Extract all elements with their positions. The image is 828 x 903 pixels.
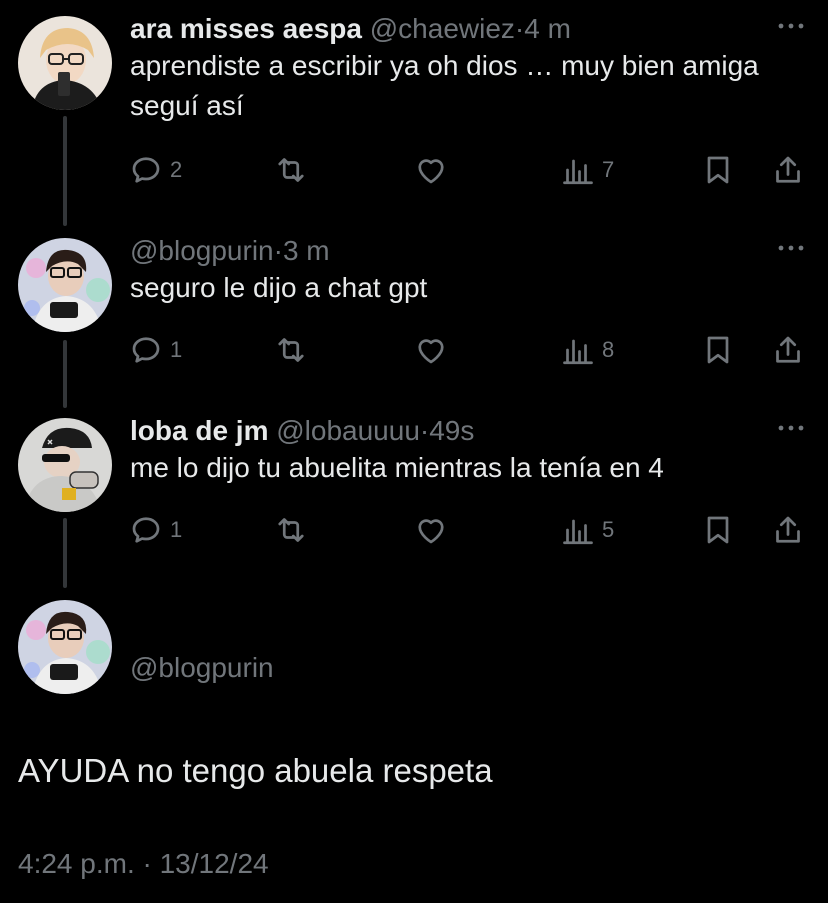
tweet-text: seguro le dijo a chat gpt (130, 272, 428, 303)
tweet-header: @blogpurin·3 m (130, 234, 330, 268)
retweet-button[interactable] (273, 330, 309, 370)
retweet-icon (273, 332, 309, 368)
user-handle[interactable]: @lobauuuu (276, 415, 420, 446)
action-bar: 1 5 (128, 510, 818, 550)
display-name[interactable]: loba de jm (130, 415, 268, 446)
views-icon (560, 152, 596, 188)
action-bar: 1 8 (128, 330, 818, 370)
tweet-reply[interactable]: ara misses aespa @chaewiez·4 m aprendist… (0, 0, 828, 210)
bookmark-button[interactable] (700, 150, 736, 190)
views-button[interactable]: 5 (560, 510, 614, 550)
views-button[interactable]: 8 (560, 330, 614, 370)
more-icon[interactable] (776, 418, 806, 438)
tweet-time[interactable]: 4 m (524, 13, 571, 44)
tweet-time[interactable]: 3 m (283, 235, 330, 266)
like-button[interactable] (413, 330, 449, 370)
reply-icon (128, 332, 164, 368)
more-icon[interactable] (776, 238, 806, 258)
bookmark-button[interactable] (700, 510, 736, 550)
reply-icon (128, 512, 164, 548)
display-name[interactable]: ara misses aespa (130, 13, 362, 44)
tweet-reply[interactable]: @blogpurin·3 m seguro le dijo a chat gpt… (0, 222, 828, 392)
tweet-reply[interactable]: loba de jm @lobauuuu·49s me lo dijo tu a… (0, 402, 828, 572)
action-bar: 2 7 (128, 150, 818, 190)
views-count: 7 (602, 157, 615, 182)
like-button[interactable] (413, 510, 449, 550)
retweet-icon (273, 512, 309, 548)
tweet-text: me lo dijo tu abuelita mientras la tenía… (130, 452, 664, 483)
more-icon[interactable] (776, 16, 806, 36)
share-button[interactable] (770, 510, 806, 550)
user-handle[interactable]: @chaewiez (370, 13, 515, 44)
reply-button[interactable]: 1 (128, 510, 182, 550)
views-button[interactable]: 7 (560, 150, 614, 190)
bookmark-icon (700, 152, 736, 188)
bookmark-icon (700, 332, 736, 368)
views-count: 5 (602, 517, 615, 542)
main-tweet-text: AYUDA no tengo abuela respeta (18, 752, 493, 789)
avatar[interactable] (18, 238, 112, 332)
share-button[interactable] (770, 150, 806, 190)
avatar[interactable] (18, 16, 112, 110)
main-tweet-handle[interactable]: @blogpurin (130, 652, 274, 684)
heart-icon (413, 512, 449, 548)
main-tweet-timestamp[interactable]: 4:24 p.m. · 13/12/24 (18, 848, 269, 880)
reply-icon (128, 152, 164, 188)
main-tweet-avatar[interactable] (18, 600, 112, 694)
like-button[interactable] (413, 150, 449, 190)
share-icon (770, 152, 806, 188)
bookmark-button[interactable] (700, 330, 736, 370)
reply-count: 2 (170, 157, 183, 182)
retweet-icon (273, 152, 309, 188)
reply-button[interactable]: 2 (128, 150, 182, 190)
separator-dot: · (273, 235, 283, 266)
avatar[interactable] (18, 418, 112, 512)
share-icon (770, 512, 806, 548)
reply-count: 1 (170, 337, 183, 362)
tweet-header: ara misses aespa @chaewiez·4 m (130, 12, 571, 46)
reply-button[interactable]: 1 (128, 330, 182, 370)
heart-icon (413, 152, 449, 188)
reply-count: 1 (170, 517, 183, 542)
separator-dot: · (419, 415, 430, 446)
views-count: 8 (602, 337, 615, 362)
retweet-button[interactable] (273, 150, 309, 190)
share-icon (770, 332, 806, 368)
user-handle[interactable]: @blogpurin (130, 235, 274, 266)
retweet-button[interactable] (273, 510, 309, 550)
tweet-time[interactable]: 49s (429, 415, 474, 446)
tweet-header: loba de jm @lobauuuu·49s (130, 414, 474, 448)
separator-dot: · (514, 13, 525, 44)
views-icon (560, 512, 596, 548)
heart-icon (413, 332, 449, 368)
share-button[interactable] (770, 330, 806, 370)
tweet-text: aprendiste a escribir ya oh dios … muy b… (130, 50, 759, 121)
bookmark-icon (700, 512, 736, 548)
views-icon (560, 332, 596, 368)
